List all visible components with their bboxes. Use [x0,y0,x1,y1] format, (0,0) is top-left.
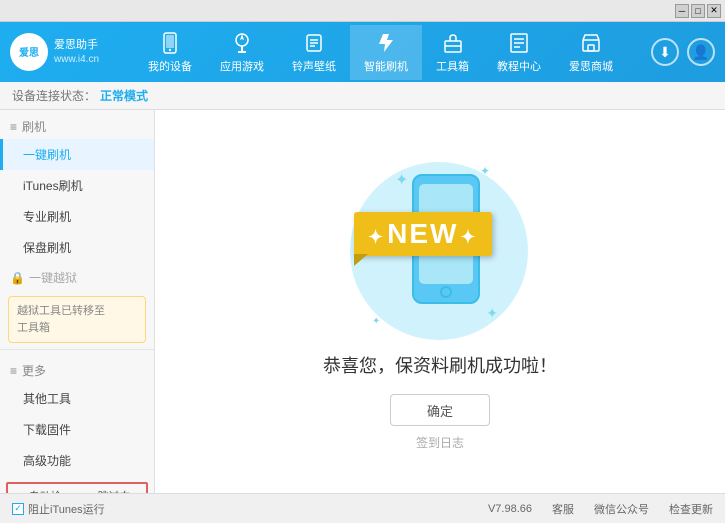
nav-right-controls: ⬇ 👤 [651,38,715,66]
lock-icon: 🔒 [10,271,25,285]
nav-item-toolbox[interactable]: 工具箱 [422,25,483,80]
phone-home-btn [440,286,452,298]
sparkle-tl: ✦ [395,170,408,190]
nav-item-apps-games[interactable]: 应用游戏 [206,25,278,80]
nav-bar: 爱思 爱思助手 www.i4.cn 我的设备 应用游戏 铃声壁纸 [0,22,725,82]
nav-items: 我的设备 应用游戏 铃声壁纸 智能刷机 工具箱 [110,25,651,80]
lock-label: 一键越狱 [29,269,77,286]
nav-label-apps: 应用游戏 [220,58,264,74]
sidebar-item-other-tools[interactable]: 其他工具 [0,383,154,414]
sidebar-lock-jailbreak: 🔒 一键越狱 [0,263,154,290]
sidebar-info-box: 越狱工具已转移至 工具箱 [8,296,146,343]
sidebar-item-download-firmware[interactable]: 下载固件 [0,414,154,445]
download-button[interactable]: ⬇ [651,38,679,66]
checkbox-row: 自动检测 跳过向导 [10,486,144,493]
flash-icon [374,31,398,55]
nav-label-store: 爱思商城 [569,58,613,74]
itunes-status: 阻止iTunes运行 [28,501,105,517]
section-icon: ≡ [10,120,17,134]
new-badge: ✦NEW✦ [354,212,492,256]
svg-text:爱思: 爱思 [19,46,39,59]
bottom-left: ✓ 阻止iTunes运行 [12,501,105,517]
logo-url: www.i4.cn [54,53,99,66]
toolbox-icon [441,31,465,55]
sidebar: ≡ 刷机 一键刷机 iTunes刷机 专业刷机 保盘刷机 🔒 一键越狱 越狱工具… [0,110,155,493]
sidebar-item-advanced[interactable]: 高级功能 [0,445,154,476]
ringtone-icon [302,31,326,55]
section-more-icon: ≡ [10,364,17,378]
sidebar-section-flash: ≡ 刷机 [0,110,154,139]
status-value: 正常模式 [100,87,148,104]
sidebar-item-save-flash[interactable]: 保盘刷机 [0,232,154,263]
close-button[interactable]: ✕ [707,4,721,18]
skip-wizard-label: 跳过向导 [98,488,140,493]
nav-label-tutorial: 教程中心 [497,58,541,74]
logo-name: 爱思助手 [54,38,99,52]
bottom-bar: ✓ 阻止iTunes运行 V7.98.66 客服 微信公众号 检查更新 [0,493,725,523]
daily-sign-link[interactable]: 签到日志 [416,434,464,451]
sidebar-item-one-click[interactable]: 一键刷机 [0,139,154,170]
checkbox-skip-wizard[interactable]: 跳过向导 [83,488,140,493]
sidebar-item-itunes[interactable]: iTunes刷机 [0,170,154,201]
checkbox-auto-detect[interactable]: 自动检测 [14,488,71,493]
sparkle-tr: ✦ [480,164,490,178]
sidebar-section-more: ≡ 更多 [0,354,154,383]
maximize-button[interactable]: □ [691,4,705,18]
nav-label-ringtones: 铃声壁纸 [292,58,336,74]
nav-item-ringtones[interactable]: 铃声壁纸 [278,25,350,80]
wechat-link[interactable]: 微信公众号 [594,501,649,517]
status-label: 设备连接状态： [12,87,96,104]
checkbox-itunes-icon: ✓ [12,503,24,515]
apps-icon [230,31,254,55]
sparkle-bl: ✦ [372,316,380,327]
bottom-right: V7.98.66 客服 微信公众号 检查更新 [488,501,713,517]
section-flash-label: 刷机 [22,118,46,135]
logo-icon: 爱思 [10,33,48,71]
status-bar: 设备连接状态： 正常模式 [0,82,725,110]
content-area: ✦ ✦ ✦ ✦ ✦NEW✦ 恭喜您，保资料刷机成功啦！ [155,110,725,493]
user-button[interactable]: 👤 [687,38,715,66]
logo-text: 爱思助手 www.i4.cn [54,38,99,65]
nav-item-smart-flash[interactable]: 智能刷机 [350,25,422,80]
phone-illustration: ✦ ✦ ✦ ✦ ✦NEW✦ [340,152,540,352]
nav-item-store[interactable]: 爱思商城 [555,25,627,80]
nav-label-my-device: 我的设备 [148,58,192,74]
success-text: 恭喜您，保资料刷机成功啦！ [323,352,557,378]
support-link[interactable]: 客服 [552,501,574,517]
confirm-button[interactable]: 确定 [390,394,490,426]
window-controls: ─ □ ✕ [675,4,721,18]
title-bar: ─ □ ✕ [0,0,725,22]
info-text: 越狱工具已转移至 工具箱 [17,305,105,334]
nav-item-my-device[interactable]: 我的设备 [134,25,206,80]
sparkle-br: ✦ [486,305,498,322]
phone-icon [158,31,182,55]
check-update-link[interactable]: 检查更新 [669,501,713,517]
sidebar-divider [0,349,154,350]
nav-label-smart-flash: 智能刷机 [364,58,408,74]
minimize-button[interactable]: ─ [675,4,689,18]
nav-item-tutorial[interactable]: 教程中心 [483,25,555,80]
main-layout: ≡ 刷机 一键刷机 iTunes刷机 专业刷机 保盘刷机 🔒 一键越狱 越狱工具… [0,110,725,493]
tutorial-icon [507,31,531,55]
nav-label-toolbox: 工具箱 [436,58,469,74]
version-label: V7.98.66 [488,503,532,515]
store-icon [579,31,603,55]
logo-area: 爱思 爱思助手 www.i4.cn [10,33,110,71]
auto-detect-label: 自动检测 [29,488,71,493]
section-more-label: 更多 [22,362,46,379]
sidebar-item-pro-flash[interactable]: 专业刷机 [0,201,154,232]
